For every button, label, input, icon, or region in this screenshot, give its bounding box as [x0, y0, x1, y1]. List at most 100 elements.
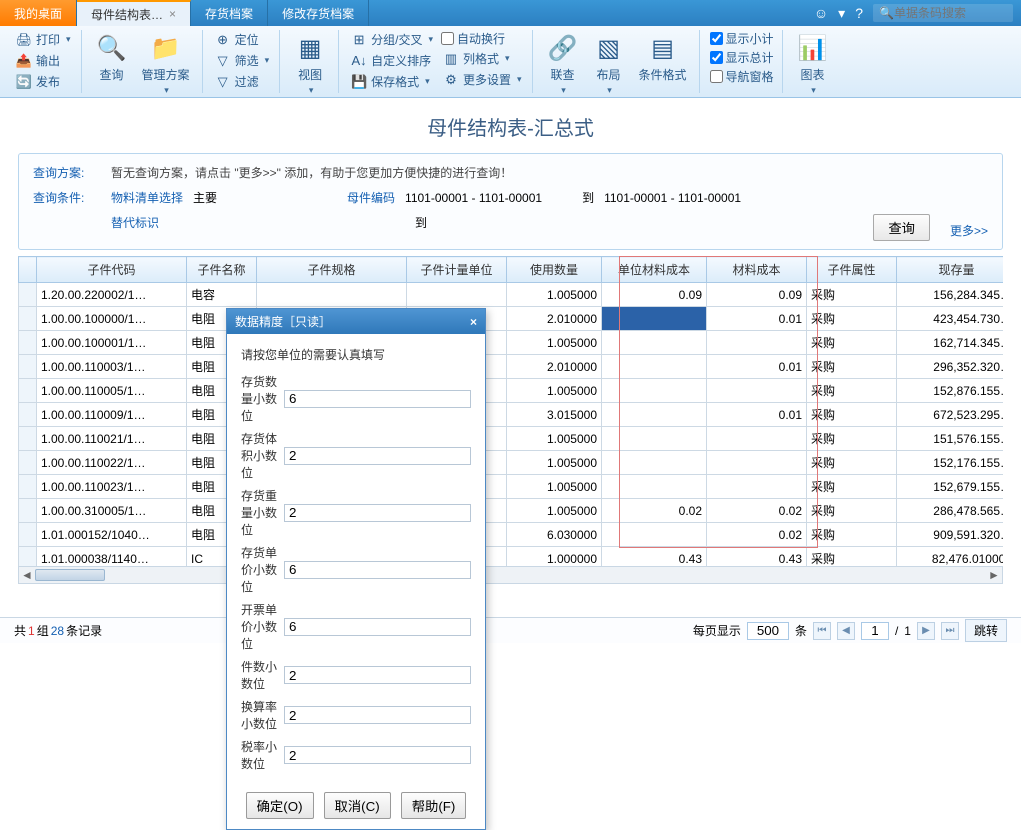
- autowrap-checkbox[interactable]: [441, 32, 454, 45]
- cell-code[interactable]: 1.00.00.100001/1…: [37, 331, 187, 355]
- dropdown-icon[interactable]: ▾: [838, 5, 845, 22]
- cell-cost[interactable]: [707, 379, 807, 403]
- row-header[interactable]: [19, 499, 37, 523]
- cell-cost[interactable]: [707, 475, 807, 499]
- scroll-right-icon[interactable]: ►: [986, 568, 1002, 582]
- cell-attr[interactable]: 采购: [807, 355, 897, 379]
- tab-close-icon[interactable]: ×: [169, 7, 176, 21]
- cell-code[interactable]: 1.00.00.110023/1…: [37, 475, 187, 499]
- col-code[interactable]: 子件代码: [37, 257, 187, 283]
- cell-ucost[interactable]: [602, 475, 707, 499]
- cell-qty[interactable]: 1.000000: [507, 547, 602, 567]
- cell-spec[interactable]: [257, 283, 407, 307]
- cell-attr[interactable]: 采购: [807, 283, 897, 307]
- table-row[interactable]: 1.00.00.110021/1… 电阻 1.005000 采购 151,576…: [19, 427, 1004, 451]
- dialog-help-button[interactable]: 帮助(F): [401, 792, 467, 819]
- custom-sort-button[interactable]: A↓自定义排序: [349, 51, 435, 70]
- cell-code[interactable]: 1.00.00.110022/1…: [37, 451, 187, 475]
- cell-qty[interactable]: 3.015000: [507, 403, 602, 427]
- row-header[interactable]: [19, 547, 37, 567]
- f6-input[interactable]: [284, 666, 471, 684]
- cell-ucost[interactable]: [602, 403, 707, 427]
- cell-stock[interactable]: 152,876.155…: [897, 379, 1004, 403]
- chart-button[interactable]: 📊图表: [793, 30, 833, 98]
- table-row[interactable]: 1.00.00.110009/1… 电阻 3.015000 0.01 采购 67…: [19, 403, 1004, 427]
- cell-stock[interactable]: 296,352.320…: [897, 355, 1004, 379]
- contact-button[interactable]: 🔗联查: [543, 30, 583, 98]
- col-unit[interactable]: 子件计量单位: [407, 257, 507, 283]
- page-next-button[interactable]: ▶: [917, 622, 935, 640]
- cell-qty[interactable]: 1.005000: [507, 451, 602, 475]
- cell-qty[interactable]: 2.010000: [507, 355, 602, 379]
- horizontal-scrollbar[interactable]: ◄ ►: [18, 566, 1003, 584]
- table-row[interactable]: 1.00.00.110003/1… 电阻 2.010000 0.01 采购 29…: [19, 355, 1004, 379]
- f5-input[interactable]: [284, 618, 471, 636]
- f3-input[interactable]: [284, 504, 471, 522]
- cell-cost[interactable]: 0.01: [707, 403, 807, 427]
- row-header[interactable]: [19, 523, 37, 547]
- cell-stock[interactable]: 156,284.345…: [897, 283, 1004, 307]
- col-cost[interactable]: 材料成本: [707, 257, 807, 283]
- view-button[interactable]: ▦视图: [290, 30, 330, 98]
- f2-input[interactable]: [284, 447, 471, 465]
- navpane-check[interactable]: 导航窗格: [710, 68, 774, 85]
- cell-cost[interactable]: [707, 331, 807, 355]
- row-header[interactable]: [19, 403, 37, 427]
- query-more-link[interactable]: 更多>>: [950, 222, 988, 239]
- cell-ucost[interactable]: [602, 307, 707, 331]
- cell-cost[interactable]: 0.01: [707, 355, 807, 379]
- moreset-button[interactable]: ⚙更多设置: [441, 70, 524, 89]
- help-icon[interactable]: ?: [855, 5, 863, 21]
- f8-input[interactable]: [284, 746, 471, 764]
- page-last-button[interactable]: ⏭: [941, 622, 959, 640]
- subtotal-check[interactable]: 显示小计: [710, 30, 774, 47]
- autowrap-check[interactable]: 自动换行: [441, 30, 524, 47]
- cell-qty[interactable]: 1.005000: [507, 499, 602, 523]
- tab-edit-inventory[interactable]: 修改存货档案: [268, 0, 369, 26]
- output-button[interactable]: 📤输出: [14, 51, 73, 70]
- col-qty[interactable]: 使用数量: [507, 257, 602, 283]
- tab-mydesk[interactable]: 我的桌面: [0, 0, 77, 26]
- table-row[interactable]: 1.01.000038/1140… IC 1.000000 0.43 0.43 …: [19, 547, 1004, 567]
- cell-stock[interactable]: 82,476.010000: [897, 547, 1004, 567]
- cell-code[interactable]: 1.00.00.110005/1…: [37, 379, 187, 403]
- col-stock[interactable]: 现存量: [897, 257, 1004, 283]
- cell-attr[interactable]: 采购: [807, 523, 897, 547]
- table-row[interactable]: 1.01.000152/1040… 电阻 6.030000 0.02 采购 90…: [19, 523, 1004, 547]
- cell-attr[interactable]: 采购: [807, 403, 897, 427]
- cell-ucost[interactable]: [602, 379, 707, 403]
- page-first-button[interactable]: ⏮: [813, 622, 831, 640]
- query-run-button[interactable]: 查询: [873, 214, 930, 241]
- cell-ucost[interactable]: [602, 523, 707, 547]
- cell-cost[interactable]: 0.02: [707, 499, 807, 523]
- user-icon[interactable]: ☺: [814, 5, 828, 21]
- cell-qty[interactable]: 2.010000: [507, 307, 602, 331]
- plan-button[interactable]: 📁管理方案: [138, 30, 194, 98]
- col-attr[interactable]: 子件属性: [807, 257, 897, 283]
- cell-ucost[interactable]: [602, 355, 707, 379]
- cell-stock[interactable]: 423,454.730…: [897, 307, 1004, 331]
- cell-qty[interactable]: 1.005000: [507, 379, 602, 403]
- cell-attr[interactable]: 采购: [807, 475, 897, 499]
- cell-qty[interactable]: 1.005000: [507, 283, 602, 307]
- f1-input[interactable]: [284, 390, 471, 408]
- total-checkbox[interactable]: [710, 51, 723, 64]
- cell-cost[interactable]: 0.01: [707, 307, 807, 331]
- page-prev-button[interactable]: ◀: [837, 622, 855, 640]
- row-header[interactable]: [19, 379, 37, 403]
- cell-qty[interactable]: 1.005000: [507, 475, 602, 499]
- cell-qty[interactable]: 1.005000: [507, 427, 602, 451]
- cell-attr[interactable]: 采购: [807, 307, 897, 331]
- row-header[interactable]: [19, 427, 37, 451]
- page-jump-button[interactable]: 跳转: [965, 619, 1007, 642]
- condfmt-button[interactable]: ▤条件格式: [635, 30, 691, 85]
- row-header[interactable]: [19, 331, 37, 355]
- row-header[interactable]: [19, 283, 37, 307]
- table-row[interactable]: 1.00.00.110022/1… 电阻 1.005000 采购 152,176…: [19, 451, 1004, 475]
- cell-code[interactable]: 1.01.000038/1140…: [37, 547, 187, 567]
- row-header[interactable]: [19, 307, 37, 331]
- locate-button[interactable]: ⊕定位: [213, 30, 272, 49]
- dialog-cancel-button[interactable]: 取消(C): [324, 792, 391, 819]
- save-format-button[interactable]: 💾保存格式: [349, 72, 435, 91]
- total-check[interactable]: 显示总计: [710, 49, 774, 66]
